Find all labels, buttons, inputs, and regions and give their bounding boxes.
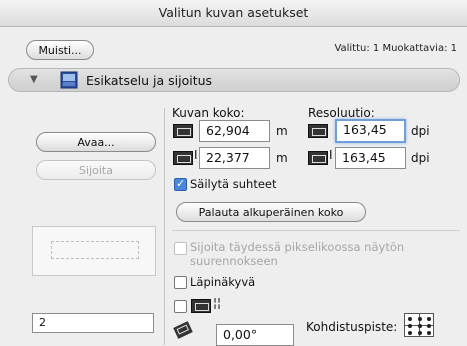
selection-status: Valittu: 1 Muokattavia: 1 <box>334 43 457 54</box>
flip-icon <box>191 299 211 313</box>
resolution-heading: Resoluutio: <box>308 106 375 120</box>
horizontal-resolution-icon <box>308 124 328 138</box>
vertical-resolution-unit: dpi <box>411 151 430 165</box>
width-unit: m <box>276 124 288 138</box>
height-field[interactable]: 22,377 <box>199 147 270 169</box>
rotation-icon <box>173 321 193 339</box>
image-preview-icon <box>60 71 78 89</box>
anchor-label: Kohdistuspiste: <box>306 320 398 334</box>
page-field[interactable]: 2 <box>32 313 154 333</box>
place-button[interactable]: Sijoita <box>36 160 156 180</box>
horizontal-resolution-field[interactable]: 163,45 <box>335 119 406 143</box>
open-button[interactable]: Avaa... <box>36 132 156 152</box>
vertical-resolution-icon <box>308 151 328 165</box>
options-divider <box>172 230 460 231</box>
flip-marker-icon: ¦¦ <box>213 296 222 310</box>
section-title: Esikatselu ja sijoitus <box>86 73 213 88</box>
height-icon <box>173 151 193 165</box>
size-heading: Kuvan koko: <box>172 106 245 120</box>
height-unit: m <box>276 151 288 165</box>
image-preview <box>32 226 156 276</box>
divider <box>164 108 165 345</box>
rotation-field[interactable]: 0,00° <box>216 324 294 346</box>
height-marker-icon: I <box>194 148 198 162</box>
width-field[interactable]: 62,904 <box>199 120 270 142</box>
keep-proportions-checkbox[interactable] <box>174 177 187 191</box>
transparent-label: Läpinäkyvä <box>190 275 256 289</box>
vertical-marker-icon: I <box>329 148 333 162</box>
place-full-pixel-checkbox[interactable] <box>174 242 187 255</box>
flip-checkbox[interactable] <box>174 300 187 313</box>
window-title: Valitun kuvan asetukset <box>0 0 467 27</box>
note-button[interactable]: Muisti... <box>26 40 94 60</box>
width-icon <box>173 124 193 138</box>
horizontal-resolution-unit: dpi <box>411 124 430 138</box>
vertical-resolution-field[interactable]: 163,45 <box>335 147 406 169</box>
restore-size-button[interactable]: Palauta alkuperäinen koko <box>176 202 366 222</box>
place-full-pixel-label: Sijoita täydessä pikselikoossa näytön su… <box>190 240 405 268</box>
transparent-checkbox[interactable] <box>174 276 187 289</box>
keep-proportions-label: Säilytä suhteet <box>190 177 277 191</box>
anchor-grid-icon[interactable] <box>404 313 434 337</box>
disclosure-triangle-icon[interactable]: ▼ <box>30 74 38 85</box>
